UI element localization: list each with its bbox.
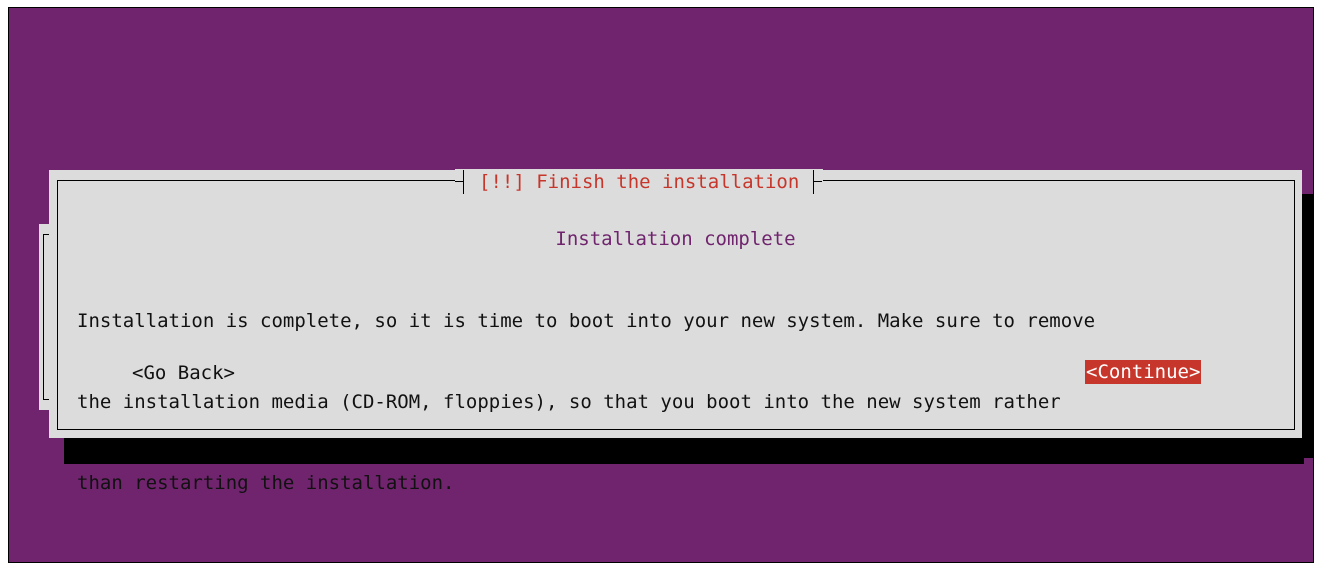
continue-button[interactable]: <Continue> bbox=[1085, 360, 1202, 384]
frame-left-tee-icon bbox=[455, 170, 469, 194]
message-line: than restarting the installation. bbox=[77, 472, 455, 494]
frame-right-tee-icon bbox=[809, 170, 823, 194]
message-line: the installation media (CD-ROM, floppies… bbox=[77, 391, 1061, 413]
dialog-title-bar: [!!] Finish the installation bbox=[455, 169, 824, 195]
installer-screen: [!!] Finish the installation Installatio… bbox=[8, 7, 1314, 563]
go-back-button[interactable]: <Go Back> bbox=[131, 362, 236, 384]
message-line: Installation is complete, so it is time … bbox=[77, 310, 1096, 332]
dialog-message: Installation is complete, so it is time … bbox=[77, 254, 1287, 551]
dialog-subtitle: Installation complete bbox=[555, 228, 796, 250]
dialog-title: [!!] Finish the installation bbox=[479, 171, 800, 193]
dialog-shadow-right bbox=[1301, 194, 1313, 458]
